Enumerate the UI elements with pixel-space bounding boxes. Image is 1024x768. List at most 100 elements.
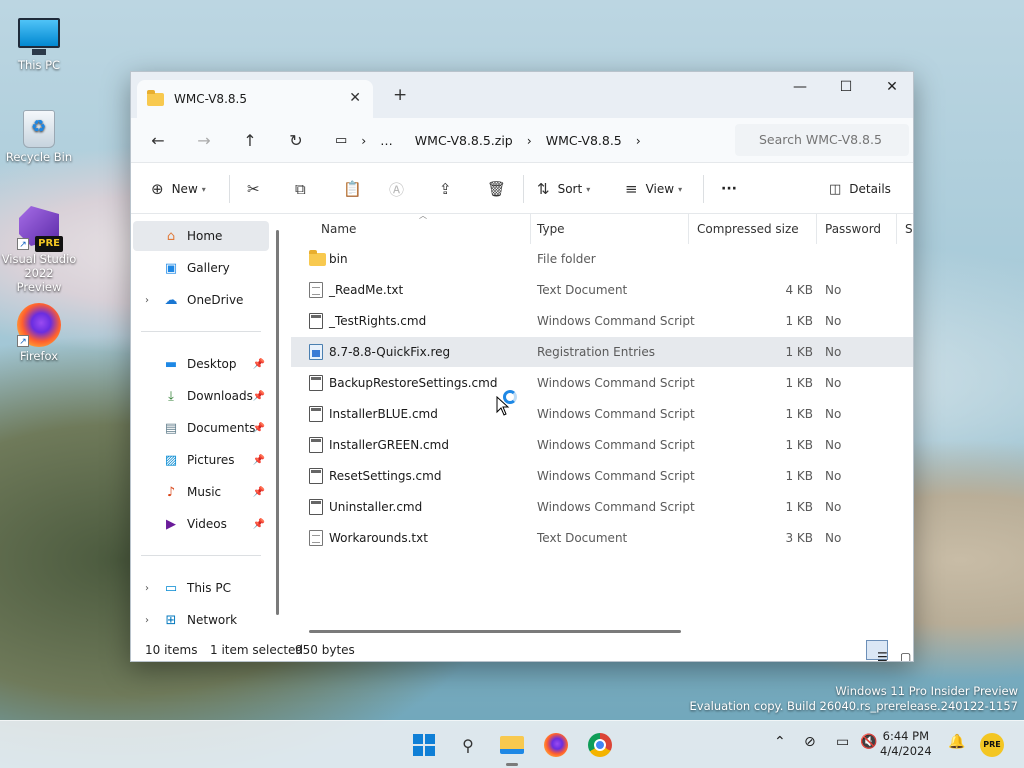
desktop-icon-this-pc[interactable]: This PC xyxy=(1,12,77,72)
table-row[interactable]: Workarounds.txt Text Document 3 KB No xyxy=(291,523,913,553)
sidebar-item-music[interactable]: ♪ Music 📌 xyxy=(133,477,269,507)
column-label: Type xyxy=(537,222,565,236)
sidebar-item-home[interactable]: ⌂ Home xyxy=(133,221,269,251)
details-button[interactable]: ◫ Details xyxy=(829,175,891,203)
sidebar-item-network[interactable]: › ⊞ Network xyxy=(133,605,269,635)
chevron-up-icon[interactable]: ⌃ xyxy=(774,734,786,750)
search-button[interactable]: ⚲ xyxy=(452,729,484,761)
table-row[interactable]: InstallerGREEN.cmd Windows Command Script… xyxy=(291,430,913,460)
share-icon: ⇪ xyxy=(439,180,452,198)
back-icon[interactable]: ← xyxy=(135,131,181,150)
chrome-icon xyxy=(588,733,612,757)
delete-button[interactable]: 🗑 xyxy=(487,175,506,203)
tab-wmc[interactable]: WMC-V8.8.5 ✕ xyxy=(137,80,373,118)
file-type: Text Document xyxy=(537,283,628,297)
sidebar-item-gallery[interactable]: ▣ Gallery xyxy=(133,253,269,283)
monitor-icon[interactable]: ▭ xyxy=(335,133,347,148)
share-button[interactable]: ⇪ xyxy=(439,175,452,203)
command-bar: ⊕ New ▾ ✂ ⧉ 📋 Ⓐ ⇪ 🗑 ⇅ Sort ▾ ≡ View ▾ ··… xyxy=(131,162,913,214)
desktop-icon-firefox[interactable]: ↗ Firefox xyxy=(1,303,77,363)
title-bar[interactable]: WMC-V8.8.5 ✕ + — ☐ ✕ xyxy=(131,72,913,118)
table-row[interactable]: BackupRestoreSettings.cmd Windows Command… xyxy=(291,368,913,398)
refresh-icon[interactable]: ↻ xyxy=(273,131,319,150)
breadcrumb-folder[interactable]: WMC-V8.8.5 xyxy=(546,133,622,148)
taskbar-file-explorer[interactable] xyxy=(496,729,528,766)
table-row[interactable]: InstallerBLUE.cmd Windows Command Script 1… xyxy=(291,399,913,429)
chevron-right-icon[interactable]: › xyxy=(145,295,149,306)
minimize-button[interactable]: — xyxy=(777,72,823,102)
tiles-view-button[interactable]: ▢ xyxy=(889,640,911,661)
network-disconnected-icon[interactable]: ⊘ xyxy=(804,734,816,750)
details-view-button[interactable]: ☰ xyxy=(866,640,888,661)
chevron-right-icon[interactable]: › xyxy=(145,583,149,594)
sidebar-item-documents[interactable]: ▤ Documents 📌 xyxy=(133,413,269,443)
column-header-type[interactable]: Type xyxy=(529,214,689,244)
file-type: Windows Command Script xyxy=(537,407,695,421)
sidebar-item-label: Videos xyxy=(187,517,227,531)
new-button[interactable]: ⊕ New ▾ xyxy=(151,175,206,203)
forward-icon[interactable]: → xyxy=(181,131,227,150)
new-tab-icon[interactable]: + xyxy=(393,85,407,105)
sidebar-item-desktop[interactable]: ▬ Desktop 📌 xyxy=(133,349,269,379)
column-header-compressed-size[interactable]: Compressed size xyxy=(689,214,817,244)
desktop-icon-recycle-bin[interactable]: ♻ Recycle Bin xyxy=(1,110,77,164)
pin-icon[interactable]: 📌 xyxy=(253,423,265,434)
close-tab-icon[interactable]: ✕ xyxy=(349,90,361,106)
sidebar-item-label: Pictures xyxy=(187,453,235,467)
pin-icon[interactable]: 📌 xyxy=(253,455,265,466)
column-header-size[interactable]: Si xyxy=(897,214,913,244)
cut-button[interactable]: ✂ xyxy=(247,175,260,203)
pin-icon[interactable]: 📌 xyxy=(253,519,265,530)
chevron-right-icon[interactable]: › xyxy=(145,615,149,626)
pin-icon[interactable]: 📌 xyxy=(253,391,265,402)
plus-circle-icon: ⊕ xyxy=(151,180,164,198)
table-row[interactable]: Uninstaller.cmd Windows Command Script 1 K… xyxy=(291,492,913,522)
sidebar-scrollbar[interactable] xyxy=(276,230,279,615)
table-row[interactable]: ResetSettings.cmd Windows Command Script 1… xyxy=(291,461,913,491)
copy-button[interactable]: ⧉ xyxy=(295,175,306,203)
more-options-button[interactable]: ··· xyxy=(721,175,737,203)
rename-button[interactable]: Ⓐ xyxy=(389,175,404,203)
column-header-name[interactable]: Name xyxy=(313,214,531,244)
breadcrumb-zip[interactable]: WMC-V8.8.5.zip xyxy=(415,133,513,148)
chevron-down-icon: ▾ xyxy=(586,184,591,194)
pin-icon[interactable]: 📌 xyxy=(253,487,265,498)
file-password: No xyxy=(825,531,842,545)
table-row[interactable]: _TestRights.cmd Windows Command Script 1 K… xyxy=(291,306,913,336)
desktop-icon-visual-studio[interactable]: PRE ↗ Visual Studio 2022 Preview xyxy=(1,206,77,294)
search-input[interactable] xyxy=(735,124,909,156)
maximize-button[interactable]: ☐ xyxy=(823,72,869,102)
table-row[interactable]: bin File folder xyxy=(291,244,913,274)
sidebar-item-pictures[interactable]: ▨ Pictures 📌 xyxy=(133,445,269,475)
taskbar-firefox[interactable] xyxy=(540,729,572,761)
scissors-icon: ✂ xyxy=(247,180,260,198)
table-row[interactable]: _ReadMe.txt Text Document 4 KB No xyxy=(291,275,913,305)
volume-muted-icon[interactable]: 🔇 xyxy=(860,734,877,750)
up-icon[interactable]: ↑ xyxy=(227,131,273,150)
close-button[interactable]: ✕ xyxy=(869,72,913,102)
file-type: Windows Command Script xyxy=(537,500,695,514)
breadcrumb[interactable]: ▭ › … WMC-V8.8.5.zip › WMC-V8.8.5 › xyxy=(335,124,727,156)
insider-badge[interactable]: PRE xyxy=(980,733,1004,757)
taskbar-chrome[interactable] xyxy=(584,729,616,761)
column-header-password[interactable]: Password ... xyxy=(817,214,897,244)
file-name: _ReadMe.txt xyxy=(329,283,404,297)
breadcrumb-overflow[interactable]: … xyxy=(380,133,393,148)
status-bar: 10 items 1 item selected 950 bytes ☰ ▢ xyxy=(131,636,913,661)
start-button[interactable] xyxy=(408,729,440,761)
sidebar-item-this-pc[interactable]: › ▭ This PC xyxy=(133,573,269,603)
horizontal-scrollbar[interactable] xyxy=(309,630,681,633)
sidebar-item-downloads[interactable]: ⤓ Downloads 📌 xyxy=(133,381,269,411)
pin-icon[interactable]: 📌 xyxy=(253,359,265,370)
sort-button[interactable]: ⇅ Sort ▾ xyxy=(537,175,590,203)
table-row[interactable]: 8.7-8.8-QuickFix.reg Registration Entries… xyxy=(291,337,913,367)
view-button[interactable]: ≡ View ▾ xyxy=(625,175,682,203)
sidebar-item-onedrive[interactable]: › ☁ OneDrive xyxy=(133,285,269,315)
sidebar-item-videos[interactable]: ▶ Videos 📌 xyxy=(133,509,269,539)
item-count: 10 items xyxy=(145,643,198,657)
display-icon[interactable]: ▭ xyxy=(836,734,849,750)
notification-bell-icon[interactable]: 🔔 xyxy=(948,734,965,750)
paste-button[interactable]: 📋 xyxy=(343,175,362,203)
clock[interactable]: 6:44 PM 4/4/2024 xyxy=(880,729,932,759)
file-compressed-size: 1 KB xyxy=(785,345,813,359)
